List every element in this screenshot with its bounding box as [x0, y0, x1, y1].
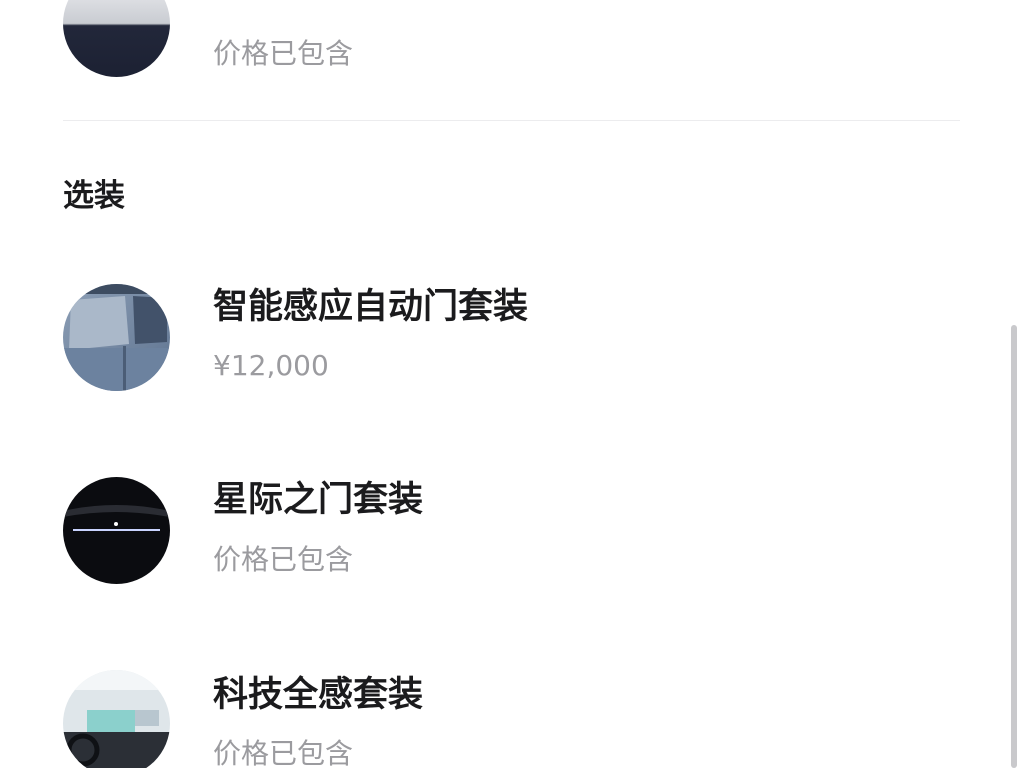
item-title: 盖日 [213, 0, 283, 1]
options-page: 盖日 价格已包含 选装 智能感应自动门套装 ¥12,0 [0, 0, 1024, 768]
option-item-auto-door[interactable]: 智能感应自动门套装 ¥12,000 [63, 284, 963, 392]
list-item-top[interactable]: 盖日 价格已包含 [63, 0, 963, 78]
section-divider [63, 120, 960, 121]
car-interior-icon [63, 670, 170, 768]
item-subtitle: 价格已包含 [213, 543, 354, 576]
item-subtitle: 价格已包含 [213, 37, 354, 70]
scrollbar[interactable] [1011, 325, 1017, 768]
dark-lightbar-icon [63, 477, 170, 584]
option-item-tech-sense[interactable]: 科技全感套装 价格已包含 [63, 670, 963, 768]
option-item-stargate[interactable]: 星际之门套装 价格已包含 [63, 477, 963, 585]
item-price: ¥12,000 [213, 349, 329, 382]
item-title: 智能感应自动门套装 [213, 287, 529, 327]
section-title: 选装 [63, 178, 125, 214]
car-door-icon [63, 284, 170, 391]
hub-cover-icon [63, 0, 170, 77]
item-title: 科技全感套装 [213, 675, 424, 715]
item-subtitle: 价格已包含 [213, 737, 354, 768]
item-title: 星际之门套装 [213, 480, 424, 520]
